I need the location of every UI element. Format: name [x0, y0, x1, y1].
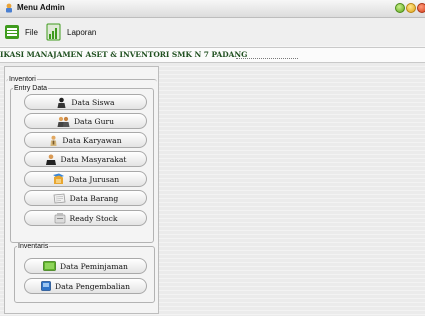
data-guru-button[interactable]: Data Guru — [24, 113, 147, 129]
file-menu-icon — [5, 25, 19, 39]
data-guru-label: Data Guru — [73, 116, 115, 126]
entry-data-legend: Entry Data — [14, 85, 48, 92]
inventaris-legend: Inventaris — [18, 243, 49, 250]
menu-laporan[interactable]: Laporan — [46, 23, 96, 41]
window-titlebar: Menu Admin — [0, 0, 425, 18]
employee-icon — [50, 135, 57, 146]
menu-bar: File Laporan — [0, 18, 425, 46]
close-button[interactable] — [417, 3, 425, 13]
data-peminjaman-button[interactable]: Data Peminjaman — [24, 258, 147, 274]
ready-stock-button[interactable]: Ready Stock — [24, 210, 147, 226]
data-barang-label: Data Barang — [69, 193, 119, 203]
maximize-button[interactable] — [406, 3, 416, 13]
banner-dotted-line — [236, 58, 298, 59]
data-siswa-label: Data Siswa — [71, 97, 115, 107]
document-icon — [53, 193, 66, 203]
window-title: Menu Admin — [17, 3, 65, 12]
community-icon — [45, 154, 56, 165]
minimize-button[interactable] — [395, 3, 405, 13]
data-pengembalian-button[interactable]: Data Pengembalian — [24, 278, 147, 294]
data-peminjaman-label: Data Peminjaman — [60, 261, 128, 271]
data-barang-button[interactable]: Data Barang — [24, 190, 147, 206]
data-karyawan-button[interactable]: Data Karyawan — [24, 132, 147, 148]
stock-icon — [54, 213, 65, 224]
major-icon — [52, 173, 64, 184]
ready-stock-label: Ready Stock — [69, 213, 118, 223]
data-karyawan-label: Data Karyawan — [62, 135, 122, 145]
data-siswa-button[interactable]: Data Siswa — [24, 94, 147, 110]
return-icon — [41, 281, 51, 291]
menu-file-label: File — [25, 27, 38, 37]
loan-icon — [43, 261, 56, 271]
inventori-legend: Inventori — [9, 76, 36, 83]
banner-text: IKASI MANAJAMEN ASET & INVENTORI SMK N 7… — [0, 50, 248, 59]
menu-file[interactable]: File — [4, 23, 38, 41]
app-icon — [6, 3, 12, 13]
data-jurusan-button[interactable]: Data Jurusan — [24, 171, 147, 187]
data-masyarakat-button[interactable]: Data Masyarakat — [24, 151, 147, 167]
report-menu-icon — [46, 23, 61, 41]
student-icon — [57, 97, 66, 108]
data-masyarakat-label: Data Masyarakat — [60, 154, 127, 164]
data-pengembalian-label: Data Pengembalian — [55, 281, 130, 291]
data-jurusan-label: Data Jurusan — [68, 174, 120, 184]
teachers-icon — [57, 116, 70, 127]
header-banner: IKASI MANAJAMEN ASET & INVENTORI SMK N 7… — [0, 47, 425, 63]
menu-laporan-label: Laporan — [67, 27, 97, 37]
